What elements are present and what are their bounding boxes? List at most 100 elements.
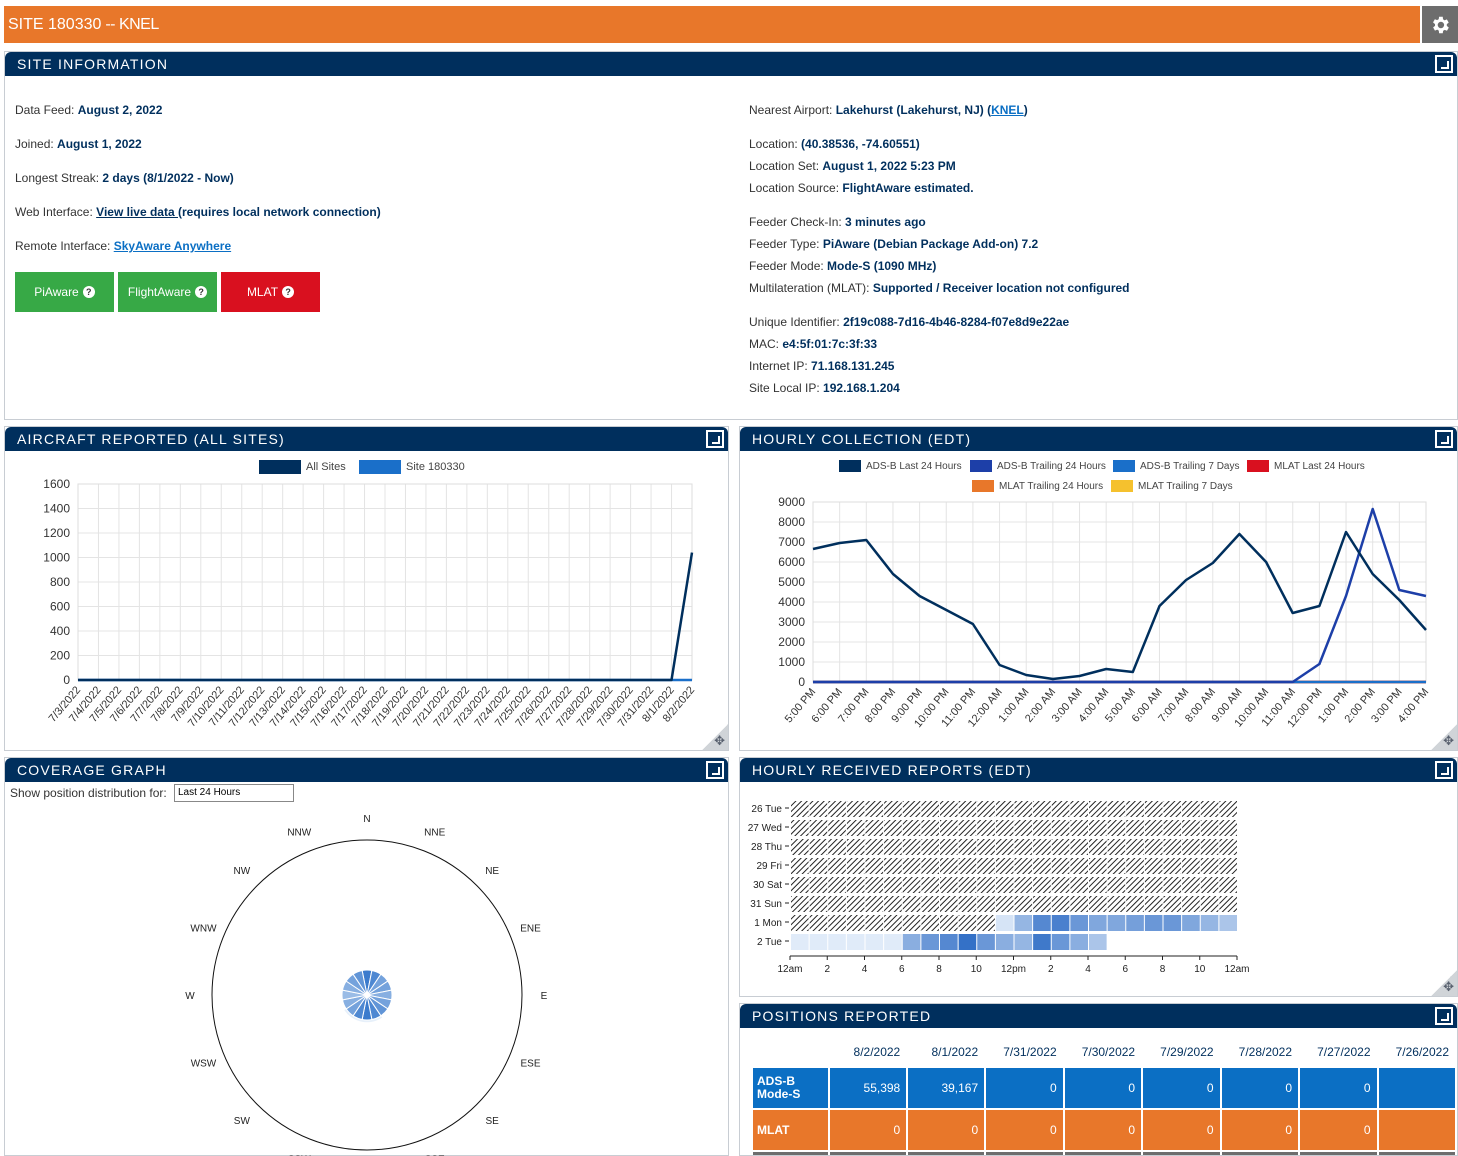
- heatmap-cell[interactable]: [940, 820, 958, 836]
- heatmap-cell[interactable]: [1200, 839, 1219, 855]
- heatmap-cell[interactable]: [1219, 934, 1237, 950]
- heatmap-cell[interactable]: [884, 839, 902, 855]
- heatmap-cell[interactable]: [977, 877, 995, 893]
- heatmap-cell[interactable]: [828, 877, 846, 893]
- heatmap-cell[interactable]: [921, 877, 939, 893]
- heatmap-cell[interactable]: [1219, 896, 1237, 912]
- heatmap-cell[interactable]: [828, 915, 846, 931]
- heatmap-cell[interactable]: [791, 896, 809, 912]
- heatmap-cell[interactable]: [1014, 915, 1033, 931]
- heatmap-cell[interactable]: [809, 801, 828, 817]
- heatmap-cell[interactable]: [1033, 934, 1051, 950]
- heatmap-cell[interactable]: [884, 820, 902, 836]
- heatmap-cell[interactable]: [921, 915, 939, 931]
- heatmap-cell[interactable]: [1126, 934, 1144, 950]
- heatmap-cell[interactable]: [846, 801, 865, 817]
- legend-adsb-trailing-7[interactable]: ADS-B Trailing 7 Days: [1113, 460, 1239, 472]
- heatmap-cell[interactable]: [1219, 858, 1237, 874]
- legend-adsb-24[interactable]: ADS-B Last 24 Hours: [839, 460, 962, 472]
- heatmap-cell[interactable]: [846, 877, 865, 893]
- heatmap-cell[interactable]: [921, 801, 939, 817]
- heatmap-cell[interactable]: [1182, 858, 1200, 874]
- heatmap-cell[interactable]: [1200, 820, 1219, 836]
- heatmap-cell[interactable]: [1051, 820, 1070, 836]
- heatmap-cell[interactable]: [846, 839, 865, 855]
- heatmap-cell[interactable]: [1070, 839, 1088, 855]
- heatmap-cell[interactable]: [1182, 896, 1200, 912]
- heatmap-cell[interactable]: [1126, 839, 1144, 855]
- heatmap-cell[interactable]: [1014, 839, 1033, 855]
- heatmap-cell[interactable]: [1070, 896, 1088, 912]
- heatmap-cell[interactable]: [1089, 896, 1107, 912]
- heatmap-cell[interactable]: [1163, 858, 1182, 874]
- expand-icon[interactable]: [1435, 430, 1453, 448]
- heatmap-cell[interactable]: [1070, 915, 1088, 931]
- heatmap-cell[interactable]: [1182, 839, 1200, 855]
- heatmap-cell[interactable]: [958, 820, 977, 836]
- resize-handle[interactable]: ✥: [1431, 724, 1457, 750]
- heatmap-cell[interactable]: [1144, 801, 1163, 817]
- heatmap-cell[interactable]: [902, 877, 921, 893]
- heatmap-cell[interactable]: [977, 915, 995, 931]
- heatmap-cell[interactable]: [1033, 915, 1051, 931]
- heatmap-cell[interactable]: [1051, 839, 1070, 855]
- heatmap-cell[interactable]: [1089, 820, 1107, 836]
- heatmap-cell[interactable]: [1163, 877, 1182, 893]
- heatmap-cell[interactable]: [809, 839, 828, 855]
- heatmap-cell[interactable]: [1200, 934, 1219, 950]
- heatmap-cell[interactable]: [1163, 934, 1182, 950]
- heatmap-cell[interactable]: [977, 896, 995, 912]
- heatmap-cell[interactable]: [1014, 820, 1033, 836]
- expand-icon[interactable]: [706, 430, 724, 448]
- heatmap-cell[interactable]: [809, 896, 828, 912]
- heatmap-cell[interactable]: [865, 896, 884, 912]
- heatmap-cell[interactable]: [958, 801, 977, 817]
- heatmap-cell[interactable]: [828, 839, 846, 855]
- resize-handle[interactable]: ✥: [1431, 970, 1457, 996]
- heatmap-cell[interactable]: [865, 858, 884, 874]
- heatmap-cell[interactable]: [1070, 858, 1088, 874]
- heatmap-cell[interactable]: [940, 934, 958, 950]
- heatmap-cell[interactable]: [828, 801, 846, 817]
- expand-icon[interactable]: [1435, 761, 1453, 779]
- legend-site[interactable]: Site 180330: [359, 460, 465, 474]
- heatmap-cell[interactable]: [1107, 858, 1126, 874]
- heatmap-cell[interactable]: [902, 801, 921, 817]
- heatmap-cell[interactable]: [1126, 896, 1144, 912]
- heatmap-cell[interactable]: [1200, 858, 1219, 874]
- heatmap-cell[interactable]: [1033, 839, 1051, 855]
- heatmap-cell[interactable]: [809, 858, 828, 874]
- heatmap-cell[interactable]: [828, 896, 846, 912]
- heatmap-cell[interactable]: [1051, 877, 1070, 893]
- heatmap-cell[interactable]: [958, 934, 977, 950]
- heatmap-cell[interactable]: [1051, 858, 1070, 874]
- heatmap-cell[interactable]: [1033, 858, 1051, 874]
- heatmap-cell[interactable]: [1144, 858, 1163, 874]
- heatmap-cell[interactable]: [1107, 896, 1126, 912]
- expand-icon[interactable]: [706, 761, 724, 779]
- heatmap-cell[interactable]: [1051, 934, 1070, 950]
- heatmap-cell[interactable]: [1089, 934, 1107, 950]
- heatmap-cell[interactable]: [1144, 934, 1163, 950]
- heatmap-cell[interactable]: [1200, 877, 1219, 893]
- heatmap-cell[interactable]: [1182, 915, 1200, 931]
- heatmap-cell[interactable]: [1219, 839, 1237, 855]
- heatmap-cell[interactable]: [1107, 915, 1126, 931]
- heatmap-cell[interactable]: [884, 934, 902, 950]
- heatmap-cell[interactable]: [846, 934, 865, 950]
- heatmap-cell[interactable]: [865, 820, 884, 836]
- heatmap-cell[interactable]: [809, 934, 828, 950]
- heatmap-cell[interactable]: [1107, 934, 1126, 950]
- heatmap-cell[interactable]: [1033, 896, 1051, 912]
- settings-button[interactable]: [1422, 6, 1458, 43]
- heatmap-cell[interactable]: [1144, 915, 1163, 931]
- heatmap-cell[interactable]: [1014, 896, 1033, 912]
- heatmap-cell[interactable]: [940, 896, 958, 912]
- heatmap-cell[interactable]: [977, 839, 995, 855]
- view-live-data-link[interactable]: View live data: [96, 205, 178, 219]
- mlat-status-button[interactable]: MLAT?: [221, 272, 320, 312]
- heatmap-cell[interactable]: [1107, 801, 1126, 817]
- heatmap-cell[interactable]: [940, 839, 958, 855]
- heatmap-cell[interactable]: [1051, 896, 1070, 912]
- heatmap-cell[interactable]: [1014, 801, 1033, 817]
